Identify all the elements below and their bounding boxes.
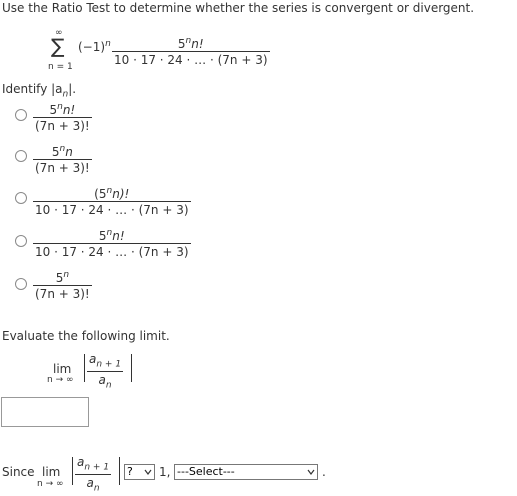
abs-bar-left	[72, 457, 73, 485]
conclusion-row: Since lim n → ∞ an + 1 an ? 1, ---Select…	[0, 455, 517, 494]
identify-option-3[interactable]: (5nn)! 10 · 17 · 24 · … · (7n + 3)	[0, 184, 260, 224]
lim-subscript: n → ∞	[47, 375, 74, 385]
option-fraction: 5n (7n + 3)!	[33, 270, 92, 301]
option-fraction: (5nn)! 10 · 17 · 24 · … · (7n + 3)	[33, 186, 191, 217]
radio-button[interactable]	[15, 278, 27, 290]
identify-option-1[interactable]: 5nn! (7n + 3)!	[0, 98, 220, 138]
period-text: .	[322, 465, 326, 479]
lim-text: lim	[53, 362, 72, 376]
radio-button[interactable]	[15, 150, 27, 162]
chevron-down-icon	[144, 469, 152, 475]
sigma-symbol: ∑	[51, 34, 65, 58]
radio-button[interactable]	[15, 192, 27, 204]
identify-option-4[interactable]: 5nn! 10 · 17 · 24 · … · (7n + 3)	[0, 226, 260, 266]
ratio-fraction: an + 1 an	[87, 352, 124, 391]
sigma-lower: n = 1	[48, 62, 73, 72]
abs-bar-right	[131, 354, 132, 382]
identify-option-2[interactable]: 5nn (7n + 3)!	[0, 142, 220, 182]
option-fraction: 5nn! (7n + 3)!	[33, 102, 92, 133]
identify-label: Identify |an|.	[2, 82, 77, 100]
lim-subscript: n → ∞	[37, 479, 64, 489]
instruction-text: Use the Ratio Test to determine whether …	[2, 1, 475, 15]
limit-expression: lim n → ∞ an + 1 an	[45, 350, 155, 391]
sign-factor: (−1)n	[78, 39, 111, 54]
evaluate-label: Evaluate the following limit.	[2, 329, 170, 343]
lim-text: lim	[42, 465, 61, 479]
radio-button[interactable]	[15, 109, 27, 121]
abs-bar-right	[119, 457, 120, 485]
radio-button[interactable]	[15, 235, 27, 247]
identify-option-5[interactable]: 5n (7n + 3)!	[0, 268, 220, 308]
abs-bar-left	[84, 354, 85, 382]
series-term-fraction: 5nn! 10 · 17 · 24 · … · (7n + 3)	[112, 34, 270, 67]
ratio-fraction: an + 1 an	[75, 455, 112, 494]
option-fraction: 5nn (7n + 3)!	[33, 144, 92, 175]
series-term-denominator: 10 · 17 · 24 · … · (7n + 3)	[112, 51, 270, 67]
since-text: Since	[2, 465, 35, 479]
one-text: 1,	[159, 465, 171, 479]
series-expression: ∞ ∑ n = 1 (−1)n 5nn! 10 · 17 · 24 · … · …	[48, 28, 298, 76]
option-fraction: 5nn! 10 · 17 · 24 · … · (7n + 3)	[33, 228, 191, 259]
limit-answer-input[interactable]	[1, 397, 89, 427]
series-term-numerator: 5nn!	[177, 36, 204, 51]
verdict-select[interactable]: ---Select---	[174, 464, 318, 480]
chevron-down-icon	[307, 469, 315, 475]
comparison-select[interactable]: ?	[124, 464, 155, 480]
